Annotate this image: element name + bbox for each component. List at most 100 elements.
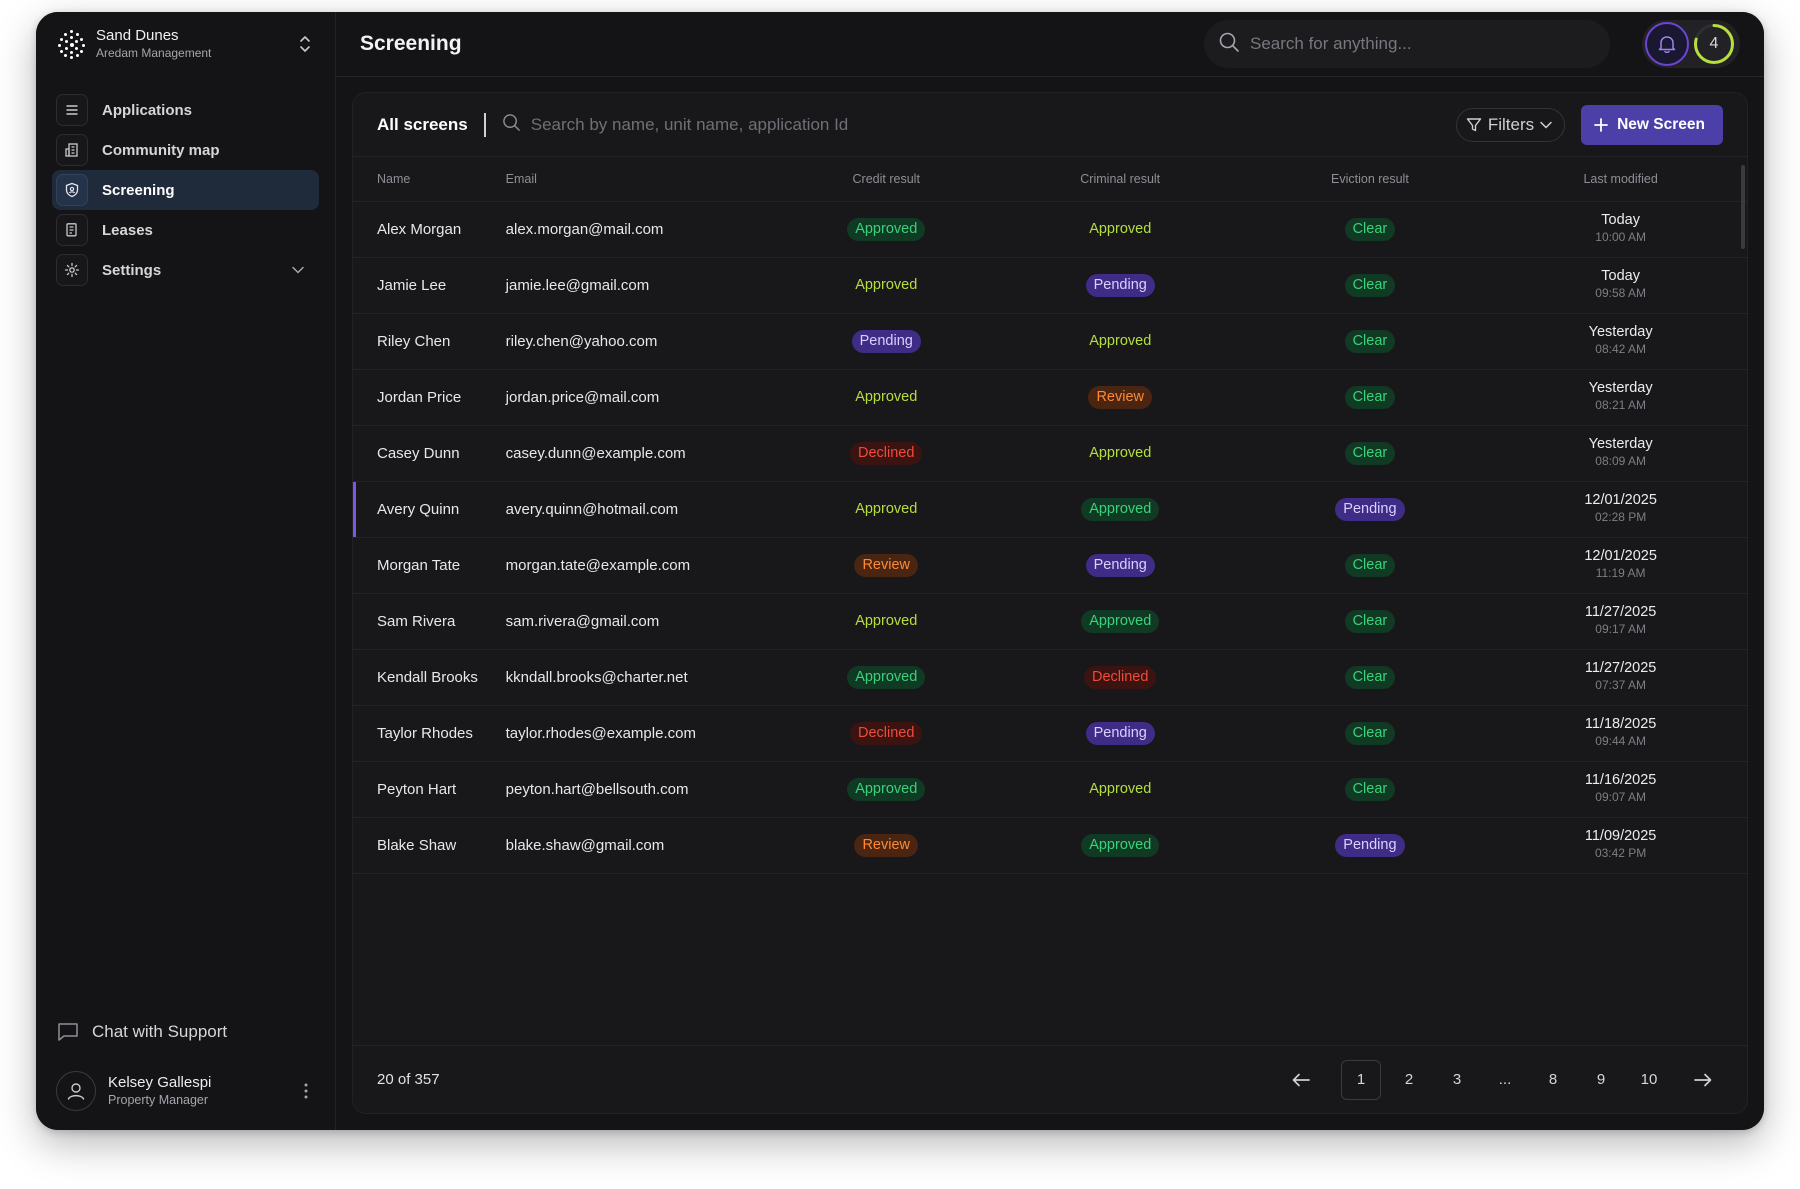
column-header-eviction[interactable]: Eviction result [1246,157,1495,201]
page-button[interactable]: 10 [1629,1060,1669,1100]
prev-page-button[interactable] [1281,1060,1321,1100]
table-row[interactable]: Casey Dunn casey.dunn@example.com Declined… [353,425,1747,481]
table-header-row: Name Email Credit result Criminal result… [353,157,1747,201]
page-button[interactable]: 8 [1533,1060,1573,1100]
row-name: Blake Shaw [377,836,457,854]
user-profile[interactable]: Kelsey Gallespi Property Manager [56,1064,315,1118]
tab-all-screens[interactable]: All screens [377,112,486,137]
column-header-credit[interactable]: Credit result [778,157,995,201]
sidebar-item-label: Screening [102,181,175,199]
page-list: 1 2 3... 8 9 10 [1281,1059,1669,1100]
row-name: Riley Chen [377,332,451,350]
last-modified-date: Today [1601,212,1640,228]
screens-table: Name Email Credit result Criminal result… [353,157,1747,874]
notifications-button[interactable] [1645,22,1689,66]
table-search[interactable] [502,113,1456,137]
column-header-email[interactable]: Email [506,157,778,201]
new-screen-button[interactable]: New Screen [1581,104,1723,145]
bell-icon [1658,36,1676,54]
eviction-result-badge: Clear [1344,721,1396,745]
table-row[interactable]: Jordan Price jordan.price@mail.com Approve… [353,369,1747,425]
table-row[interactable]: Taylor Rhodes taylor.rhodes@example.com De… [353,705,1747,761]
table-row[interactable]: Alex Morgan alex.morgan@mail.com Approved A… [353,201,1747,257]
table-row[interactable]: Peyton Hart peyton.hart@bellsouth.com Appr… [353,761,1747,817]
sidebar: Sand Dunes Aredam Management Application… [36,12,336,1130]
table-row[interactable]: Riley Chen riley.chen@yahoo.com Pending App… [353,313,1747,369]
chat-support-link[interactable]: Chat with Support [56,1020,227,1044]
sidebar-item-settings[interactable]: Settings [52,250,319,290]
criminal-result-badge: Approved [1089,444,1152,461]
progress-count-badge[interactable]: 4 [1693,23,1735,65]
notification-count: 4 [1709,35,1719,52]
credit-result-badge: Review [854,833,918,857]
page-button[interactable]: 2 [1389,1060,1429,1100]
search-icon [1218,31,1240,58]
filters-button[interactable]: Filters [1455,107,1566,142]
eviction-result-badge: Pending [1335,833,1405,857]
page-button[interactable]: 9 [1581,1060,1621,1100]
sidebar-item-leases[interactable]: Leases [52,210,319,250]
page-button[interactable]: 3 [1437,1060,1477,1100]
global-search[interactable] [1204,20,1610,68]
last-modified-date: Yesterday [1588,324,1653,340]
table-row[interactable]: Jamie Lee jamie.lee@gmail.com Approved Pend… [353,257,1747,313]
last-modified: Yesterday 08:21 AM [1494,380,1747,414]
last-modified-time: 09:58 AM [1595,286,1646,300]
last-modified: Today 09:58 AM [1494,268,1747,302]
sidebar-item-community-map[interactable]: Community map [52,130,319,170]
global-search-input[interactable] [1250,34,1596,54]
user-name: Kelsey Gallespi [108,1074,212,1091]
row-name: Taylor Rhodes [377,724,473,742]
row-name: Sam Rivera [377,612,456,630]
pagination: 20 of 357 1 2 3... 8 9 10 [353,1045,1747,1113]
column-header-last-modified[interactable]: Last modified [1494,157,1747,201]
last-modified: 11/16/2025 09:07 AM [1494,772,1747,806]
page-title: Screening [360,32,462,55]
plus-icon [1594,117,1609,132]
table-row[interactable]: Avery Quinn avery.quinn@hotmail.com Approv… [353,481,1747,537]
last-modified-date: Yesterday [1588,436,1653,452]
chevron-down-icon[interactable] [289,261,307,279]
document-icon [56,214,88,246]
credit-result-badge: Approved [855,500,918,517]
arrow-right-icon [1694,1073,1712,1086]
main-content: Screening 4 All screens [336,12,1764,1130]
column-header-criminal[interactable]: Criminal result [995,157,1246,201]
table-row[interactable]: Kendall Brooks kkndall.brooks@charter.net… [353,649,1747,705]
credit-result-badge: Approved [847,217,926,241]
list-icon [56,94,88,126]
credit-result-badge: Pending [851,329,921,353]
row-email: riley.chen@yahoo.com [505,332,658,350]
next-page-button[interactable] [1683,1060,1723,1100]
sidebar-item-screening[interactable]: Screening [52,170,319,210]
shield-icon [56,174,88,206]
last-modified: 11/09/2025 03:42 PM [1494,828,1747,862]
sidebar-item-applications[interactable]: Applications [52,90,319,130]
page-button[interactable]: 1 [1341,1059,1381,1100]
building-icon [56,134,88,166]
row-email: jordan.price@mail.com [505,388,660,406]
last-modified-time: 08:42 AM [1595,342,1646,356]
criminal-result-badge: Declined [1084,665,1157,689]
table-toolbar: All screens Filters New Screen [353,93,1747,157]
table-search-input[interactable] [530,114,1051,135]
chevron-up-down-icon[interactable] [295,32,315,56]
row-email: casey.dunn@example.com [505,444,686,462]
eviction-result-badge: Clear [1344,385,1396,409]
scrollbar[interactable] [1741,165,1745,249]
table-row[interactable]: Sam Rivera sam.rivera@gmail.com Approved Ap… [353,593,1747,649]
table-row[interactable]: Blake Shaw blake.shaw@gmail.com Review Appr… [353,817,1747,873]
last-modified-time: 02:28 PM [1594,510,1647,524]
org-logo-icon [58,30,86,59]
org-switcher[interactable]: Sand Dunes Aredam Management [36,12,335,76]
table-row[interactable]: Morgan Tate morgan.tate@example.com Review… [353,537,1747,593]
last-modified: Today 10:00 AM [1494,212,1747,246]
top-bar: Screening 4 [336,12,1764,77]
credit-result-badge: Approved [847,665,926,689]
more-vertical-icon[interactable] [297,1079,315,1103]
filter-icon [1466,117,1482,131]
criminal-result-badge: Approved [1089,220,1152,237]
column-header-name[interactable]: Name [353,157,506,201]
search-icon [502,113,521,137]
page-ellipsis: ... [1498,1071,1512,1088]
